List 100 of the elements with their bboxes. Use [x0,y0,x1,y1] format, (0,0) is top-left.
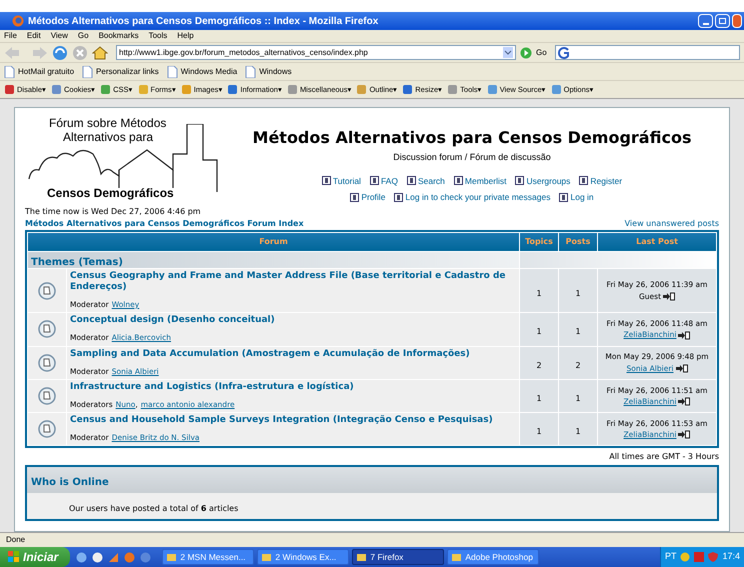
link-icon [515,176,524,186]
bookmark-link[interactable]: Personalizar links [96,66,159,78]
nav-link[interactable]: Search [418,174,445,188]
home-icon[interactable] [92,44,108,60]
toolbar-icon [447,84,458,95]
taskbar-button[interactable]: 2 MSN Messen... [162,549,254,565]
minimize-button[interactable] [698,14,713,28]
goto-post-icon[interactable] [676,364,688,373]
page-icon [4,66,15,78]
search-field[interactable] [554,45,740,60]
go-button[interactable]: Go [536,46,547,58]
link-icon [559,193,568,202]
goto-post-icon[interactable] [678,330,690,340]
column-header: Last Post [598,233,716,251]
restore-button[interactable] [715,14,730,28]
menu-item[interactable]: File [4,30,17,42]
forum-link[interactable]: Conceptual design (Desenho conceitual) [70,315,275,326]
topic-count: 1 [536,394,542,403]
topic-count: 1 [536,427,542,436]
toolbar-icon [100,84,112,95]
page-icon [82,66,94,78]
quick-launch-icon[interactable] [92,552,104,562]
nav-link[interactable]: FAQ [380,174,398,188]
window-title: Métodos Alternativos para Censos Demográficos :: Index - Mozilla Firefox [28,14,378,28]
status-text: Done [6,534,26,546]
menu-item[interactable]: Help [177,30,194,42]
toolbar-icon [286,84,298,95]
reload-icon[interactable] [52,44,68,60]
quick-launch-icon[interactable] [108,552,120,562]
forum-link[interactable]: Infrastructure and Logistics (Infra-estrutura e logística) [70,382,354,393]
topic-count: 2 [536,360,542,370]
toolbar-icon [486,84,498,95]
nav-link[interactable]: Usergroups [526,174,570,188]
go-icon[interactable] [520,46,532,58]
toolbar-icon [402,84,414,95]
page-icon [245,66,256,78]
goto-post-icon[interactable] [678,397,690,406]
nav-link[interactable]: Profile [361,191,386,204]
menu-item[interactable]: View [50,30,68,42]
section-title: Who is Online [31,477,109,488]
post-count: 2 [575,360,581,370]
app-icon [166,552,178,562]
link-icon [350,193,360,202]
app-icon [261,552,272,562]
forum-link[interactable]: Census Geography and Frame and Master Address File (Base territorial e Cadastro de Endereços) [70,271,516,293]
post-count: 1 [575,288,581,298]
taskbar-button[interactable]: Adobe Photoshop [447,549,540,565]
toolbar-icon [4,84,15,95]
nav-link[interactable]: Register [590,174,622,188]
forum-index-link[interactable]: Métodos Alternativos para Censos Demográficos Forum Index [25,218,304,230]
menu-item[interactable]: Go [78,30,89,42]
stats-text: Our users have posted a total of 6 articles [69,504,238,514]
goto-post-icon[interactable] [678,430,690,440]
address-field[interactable]: http://www1.ibge.gov.br/forum_metodos_alternativos_censo/index.php [116,45,516,60]
page-icon [166,66,178,78]
topic-count: 1 [536,327,542,336]
toolbar-icon [356,84,368,95]
post-count: 1 [575,427,581,436]
goto-post-icon[interactable] [663,292,676,301]
taskbar-button[interactable]: 2 Windows Ex... [257,549,350,565]
column-header: Topics [520,233,558,251]
link-icon [579,176,588,186]
forum-link[interactable]: Census and Household Sample Surveys Integration (Integração Censo e Pesquisas) [70,415,493,426]
forum-link[interactable]: Sampling and Data Accumulation (Amostragem e Acumulação de Informações) [70,348,470,360]
forum-status-icon [38,420,56,438]
nav-link[interactable]: Log in to check your private messages [405,191,550,204]
bookmark-link[interactable]: Windows Media [180,66,238,78]
toolbar-icon [51,84,62,95]
post-count: 1 [575,394,581,403]
windows-logo-icon [8,551,20,563]
menu-item[interactable]: Tools [148,30,168,42]
menu-item[interactable]: Bookmarks [98,30,139,42]
start-button[interactable]: Iniciar [0,547,70,567]
close-button[interactable] [732,14,742,28]
browser-icon [12,15,24,27]
forum-status-icon [38,354,56,372]
site-description: Discussion forum / Fórum de discussão [393,151,551,164]
language-indicator[interactable]: PT [664,550,676,564]
clock: 17:4 [722,550,740,564]
nav-link[interactable]: Log in [570,191,594,204]
nav-link[interactable]: Memberlist [464,174,506,188]
link-icon [454,176,463,186]
category-title: Themes (Temas) [31,257,123,268]
forum-status-icon [38,386,56,405]
quick-launch-icon[interactable] [76,552,88,562]
taskbar-button[interactable]: 7 Firefox [352,549,444,565]
bookmark-link[interactable]: Windows [259,66,292,78]
toolbar-icon [227,84,238,95]
logo-text: Censos Demográficos [47,185,174,202]
logo-text: Alternativos para [63,129,154,146]
nav-link[interactable]: Tutorial [332,174,361,188]
bookmark-link[interactable]: HotMail gratuito [18,66,74,78]
dropdown-icon[interactable] [503,47,513,58]
menu-item[interactable]: Edit [26,30,41,42]
site-title: Métodos Alternativos para Censos Demográficos [252,127,692,149]
app-icon [356,552,368,562]
toolbar-icon [138,84,149,95]
link-icon [322,176,331,186]
unanswered-posts-link[interactable]: View unanswered posts [624,218,719,230]
logo-text: Fórum sobre Métodos [49,115,166,132]
